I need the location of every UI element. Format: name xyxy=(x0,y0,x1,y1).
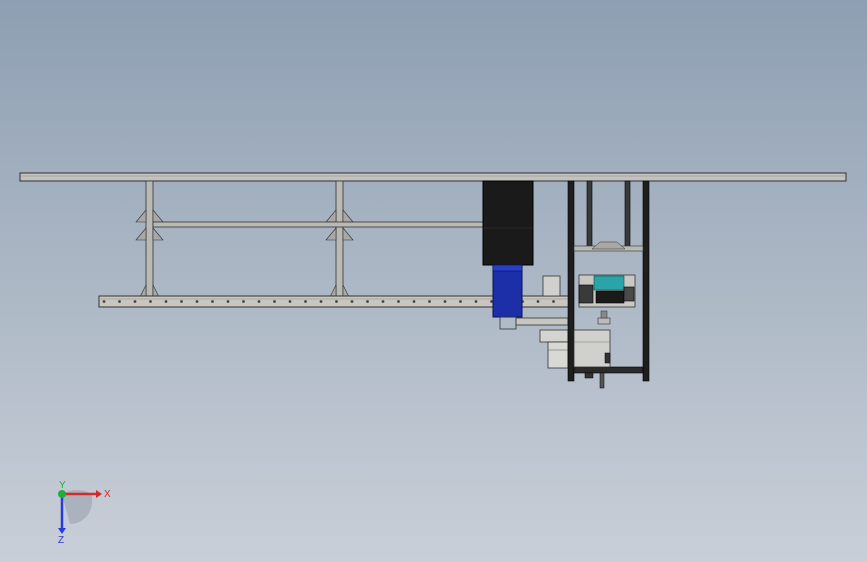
axis-triad: X Y Z xyxy=(58,480,111,546)
rail-hole xyxy=(133,300,137,303)
z-axis-label: Z xyxy=(58,535,64,546)
sensor-box[interactable] xyxy=(542,275,561,297)
rail-hole xyxy=(459,300,462,303)
rail-hole xyxy=(412,300,416,303)
rail-hole xyxy=(195,300,199,303)
cad-model-view[interactable] xyxy=(0,0,867,562)
rail-hole xyxy=(226,300,230,303)
rail-hole xyxy=(552,300,555,303)
y-axis-label: Y xyxy=(59,480,66,491)
rail-hole xyxy=(118,300,121,303)
rail-hole xyxy=(102,300,106,303)
y-axis-dot xyxy=(58,490,66,498)
spindle-module[interactable] xyxy=(578,274,636,308)
rail-hole xyxy=(257,300,261,303)
rail-hole xyxy=(304,300,307,303)
rail-hole xyxy=(180,300,183,303)
rail-hole xyxy=(490,300,493,303)
rail-hole xyxy=(443,300,447,303)
z-axis-arrowhead xyxy=(58,528,66,534)
rail-hole xyxy=(211,300,214,303)
middle-strut[interactable] xyxy=(325,180,354,298)
x-axis-arrowhead xyxy=(96,490,102,498)
blue-actuator[interactable] xyxy=(492,264,523,318)
rail-hole xyxy=(164,300,168,303)
top-plate[interactable] xyxy=(19,172,847,182)
horizontal-brace[interactable] xyxy=(152,221,484,228)
x-axis-label: X xyxy=(104,489,111,500)
rail-hole xyxy=(428,300,431,303)
rail-hole xyxy=(242,300,245,303)
rail-hole xyxy=(474,300,478,303)
rail-hole xyxy=(350,300,354,303)
rail-hole xyxy=(319,300,323,303)
rail-hole xyxy=(288,300,292,303)
rail-hole xyxy=(397,300,400,303)
rail-hole xyxy=(381,300,385,303)
tool-holder[interactable] xyxy=(573,310,611,389)
rail-hole xyxy=(149,300,152,303)
servo-motor[interactable] xyxy=(482,180,534,266)
graphics-viewport[interactable]: X Y Z xyxy=(0,0,867,562)
lower-bracket[interactable] xyxy=(499,316,569,369)
rail-hole xyxy=(335,300,338,303)
rail-hole xyxy=(366,300,369,303)
rail-hole xyxy=(273,300,276,303)
left-strut[interactable] xyxy=(135,180,164,298)
rail-hole xyxy=(536,300,540,303)
